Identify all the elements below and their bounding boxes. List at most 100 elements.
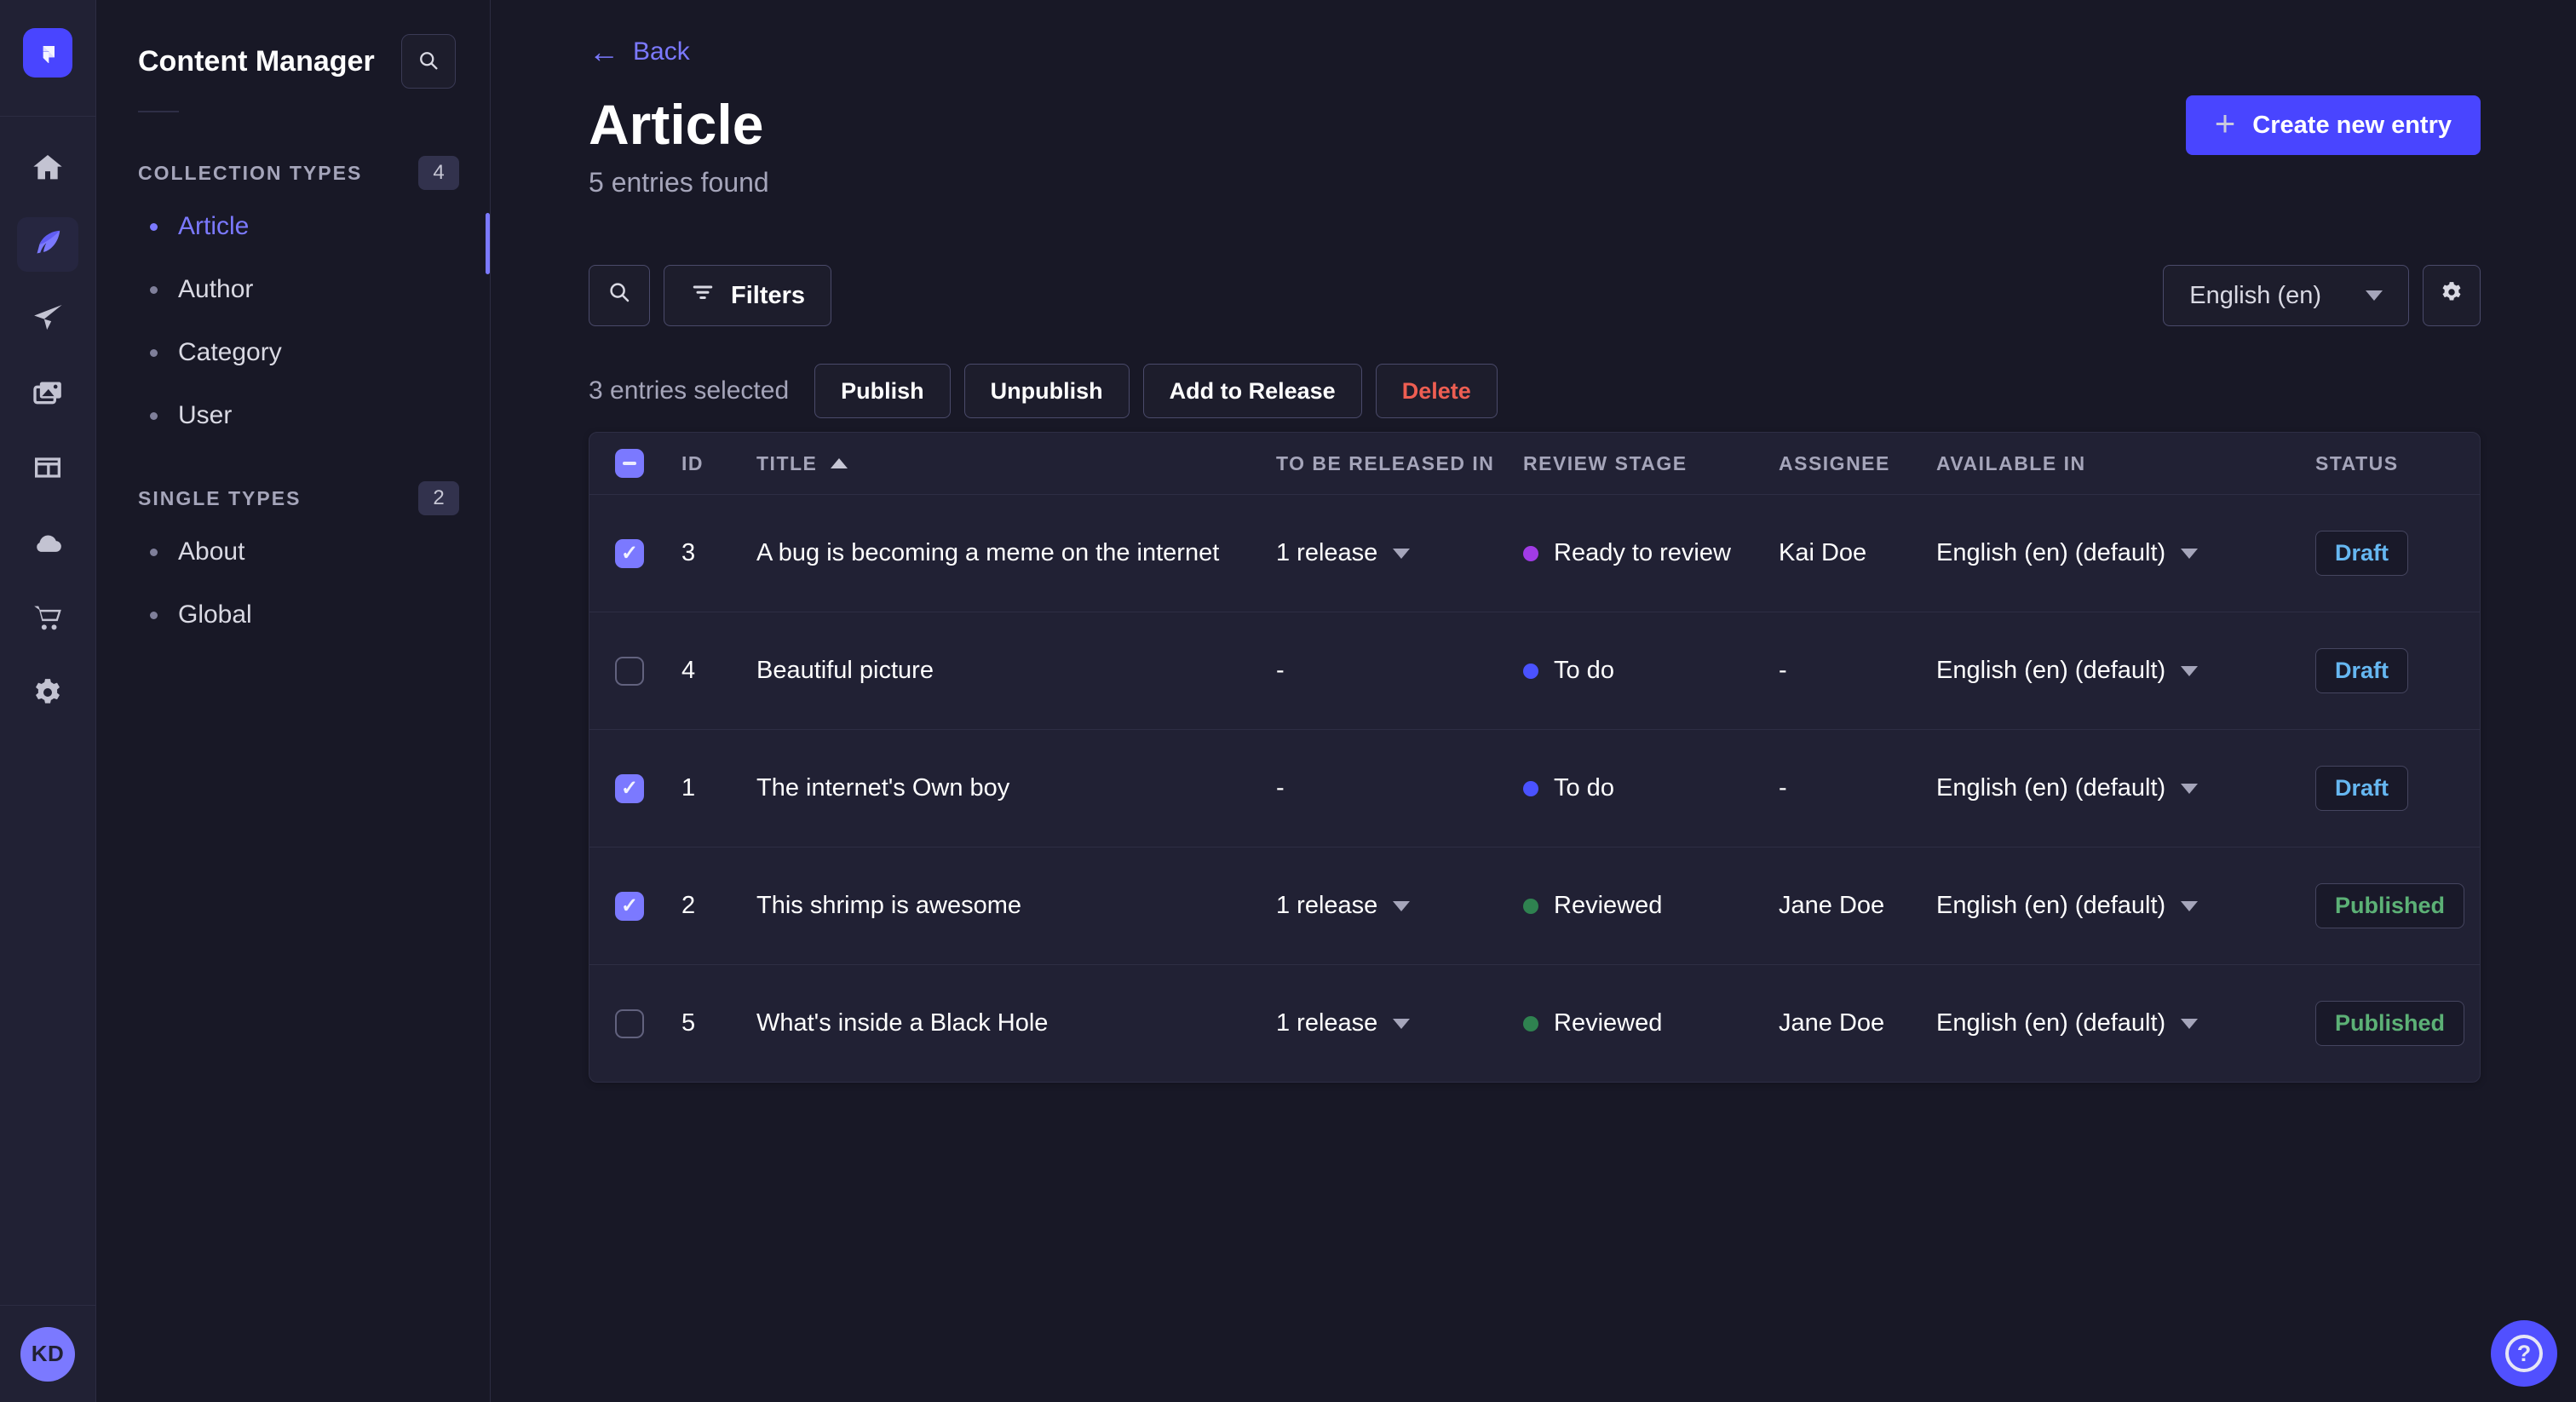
stage-dot-icon bbox=[1523, 898, 1538, 914]
stage-value: To do bbox=[1554, 774, 1614, 802]
select-all-checkbox[interactable] bbox=[615, 449, 644, 478]
review-stage-cell: Reviewed bbox=[1523, 1009, 1779, 1037]
search-entries-button[interactable] bbox=[589, 265, 650, 326]
publish-button[interactable]: Publish bbox=[814, 364, 951, 418]
review-stage-cell: To do bbox=[1523, 657, 1779, 685]
stage-dot-icon bbox=[1523, 663, 1538, 679]
column-header-id[interactable]: ID bbox=[681, 452, 756, 475]
help-button[interactable]: ? bbox=[2491, 1320, 2557, 1387]
sidebar-item-category[interactable]: Category bbox=[97, 322, 490, 383]
table-row[interactable]: 5 What's inside a Black Hole 1 release R… bbox=[589, 964, 2480, 1082]
locale-cell-value: English (en) (default) bbox=[1936, 892, 2166, 919]
section-label: SINGLE TYPES bbox=[138, 486, 302, 509]
sidebar-item-about[interactable]: About bbox=[97, 521, 490, 583]
entries-table: ID TITLE TO BE RELEASED IN REVIEW STAGE … bbox=[589, 432, 2481, 1083]
content-manager-nav-button[interactable] bbox=[17, 217, 78, 272]
rail-footer: KD bbox=[0, 1305, 95, 1402]
table-row[interactable]: 2 This shrimp is awesome 1 release Revie… bbox=[589, 847, 2480, 964]
review-stage-cell: Reviewed bbox=[1523, 892, 1779, 920]
column-header-release: TO BE RELEASED IN bbox=[1276, 451, 1495, 474]
filters-label: Filters bbox=[731, 281, 806, 309]
locale-cell-dropdown[interactable]: English (en) (default) bbox=[1936, 892, 2315, 920]
user-avatar[interactable]: KD bbox=[20, 1326, 75, 1382]
table-row[interactable]: 4 Beautiful picture - To do - English (e… bbox=[589, 612, 2480, 729]
delete-button[interactable]: Delete bbox=[1375, 364, 1498, 418]
bullet-icon bbox=[150, 348, 158, 357]
subnav-search-button[interactable] bbox=[401, 34, 456, 89]
unpublish-button[interactable]: Unpublish bbox=[963, 364, 1130, 418]
sidebar-item-global[interactable]: Global bbox=[97, 584, 490, 646]
releases-nav-button[interactable] bbox=[17, 292, 78, 347]
row-checkbox[interactable] bbox=[615, 891, 644, 921]
release-dropdown[interactable]: 1 release bbox=[1276, 539, 1523, 567]
column-header-assignee: ASSIGNEE bbox=[1779, 451, 1890, 474]
assignee-cell: Jane Doe bbox=[1779, 892, 1885, 919]
locale-cell-value: English (en) (default) bbox=[1936, 657, 2166, 684]
collection-types-section: COLLECTION TYPES 4 Article Author Catego… bbox=[97, 152, 490, 446]
locale-cell-dropdown[interactable]: English (en) (default) bbox=[1936, 774, 2315, 802]
locale-cell-dropdown[interactable]: English (en) (default) bbox=[1936, 1009, 2315, 1037]
release-dropdown[interactable]: - bbox=[1276, 657, 1523, 685]
collection-types-count-badge: 4 bbox=[418, 156, 459, 190]
single-types-header: SINGLE TYPES 2 bbox=[97, 477, 490, 520]
selection-count-text: 3 entries selected bbox=[589, 376, 790, 405]
release-value: - bbox=[1276, 657, 1285, 684]
release-dropdown[interactable]: 1 release bbox=[1276, 892, 1523, 920]
home-nav-button[interactable] bbox=[17, 142, 78, 197]
locale-cell-value: English (en) (default) bbox=[1936, 539, 2166, 566]
sidebar-item-label: Global bbox=[178, 600, 252, 629]
table-row[interactable]: 1 The internet's Own boy - To do - Engli… bbox=[589, 729, 2480, 847]
entries-count-text: 5 entries found bbox=[589, 167, 769, 198]
shopping-cart-icon bbox=[31, 600, 65, 639]
column-header-title[interactable]: TITLE bbox=[756, 452, 1276, 475]
locale-dropdown[interactable]: English (en) bbox=[2163, 265, 2409, 326]
marketplace-nav-button[interactable] bbox=[17, 592, 78, 646]
row-checkbox[interactable] bbox=[615, 656, 644, 686]
column-header-status: STATUS bbox=[2315, 451, 2399, 474]
bullet-icon bbox=[150, 222, 158, 231]
status-badge: Published bbox=[2315, 883, 2465, 928]
app-window: KD Content Manager COLLECTION TYPES 4 Ar… bbox=[0, 0, 2576, 1402]
chevron-down-icon bbox=[2181, 665, 2199, 676]
locale-cell-dropdown[interactable]: English (en) (default) bbox=[1936, 657, 2315, 685]
sidebar-item-label: Article bbox=[178, 212, 250, 240]
view-settings-button[interactable] bbox=[2423, 265, 2481, 326]
back-label: Back bbox=[633, 37, 690, 66]
deploy-nav-button[interactable] bbox=[17, 517, 78, 572]
filter-icon bbox=[690, 279, 716, 312]
row-id: 2 bbox=[681, 892, 696, 919]
filters-button[interactable]: Filters bbox=[664, 265, 832, 326]
release-dropdown[interactable]: 1 release bbox=[1276, 1009, 1523, 1037]
stage-dot-icon bbox=[1523, 545, 1538, 561]
stage-value: Reviewed bbox=[1554, 1009, 1663, 1037]
row-title: Beautiful picture bbox=[756, 657, 934, 684]
status-badge: Draft bbox=[2315, 531, 2409, 576]
sidebar-item-article[interactable]: Article bbox=[97, 196, 490, 257]
table-row[interactable]: 3 A bug is becoming a meme on the intern… bbox=[589, 494, 2480, 612]
media-images-icon bbox=[31, 376, 65, 414]
media-library-nav-button[interactable] bbox=[17, 367, 78, 422]
sidebar-item-label: Category bbox=[178, 338, 282, 366]
locale-cell-value: English (en) (default) bbox=[1936, 774, 2166, 802]
content-manager-subnav: Content Manager COLLECTION TYPES 4 Artic… bbox=[97, 0, 491, 1402]
sort-ascending-icon bbox=[831, 458, 848, 468]
row-checkbox[interactable] bbox=[615, 538, 644, 568]
content-type-builder-nav-button[interactable] bbox=[17, 442, 78, 497]
release-value: 1 release bbox=[1276, 892, 1378, 919]
strapi-logo-icon[interactable] bbox=[23, 28, 72, 78]
locale-cell-dropdown[interactable]: English (en) (default) bbox=[1936, 539, 2315, 567]
back-link[interactable]: ← Back bbox=[589, 37, 690, 67]
sidebar-item-user[interactable]: User bbox=[97, 385, 490, 446]
sidebar-item-author[interactable]: Author bbox=[97, 259, 490, 320]
settings-nav-button[interactable] bbox=[17, 667, 78, 721]
active-item-indicator bbox=[486, 213, 490, 274]
release-dropdown[interactable]: - bbox=[1276, 774, 1523, 802]
stage-value: To do bbox=[1554, 657, 1614, 684]
bulk-actions-bar: 3 entries selected Publish Unpublish Add… bbox=[589, 364, 2481, 418]
row-checkbox[interactable] bbox=[615, 1008, 644, 1038]
status-badge: Draft bbox=[2315, 648, 2409, 693]
row-checkbox[interactable] bbox=[615, 773, 644, 803]
create-new-entry-button[interactable]: + Create new entry bbox=[2185, 95, 2481, 155]
stage-dot-icon bbox=[1523, 780, 1538, 796]
add-to-release-button[interactable]: Add to Release bbox=[1142, 364, 1362, 418]
